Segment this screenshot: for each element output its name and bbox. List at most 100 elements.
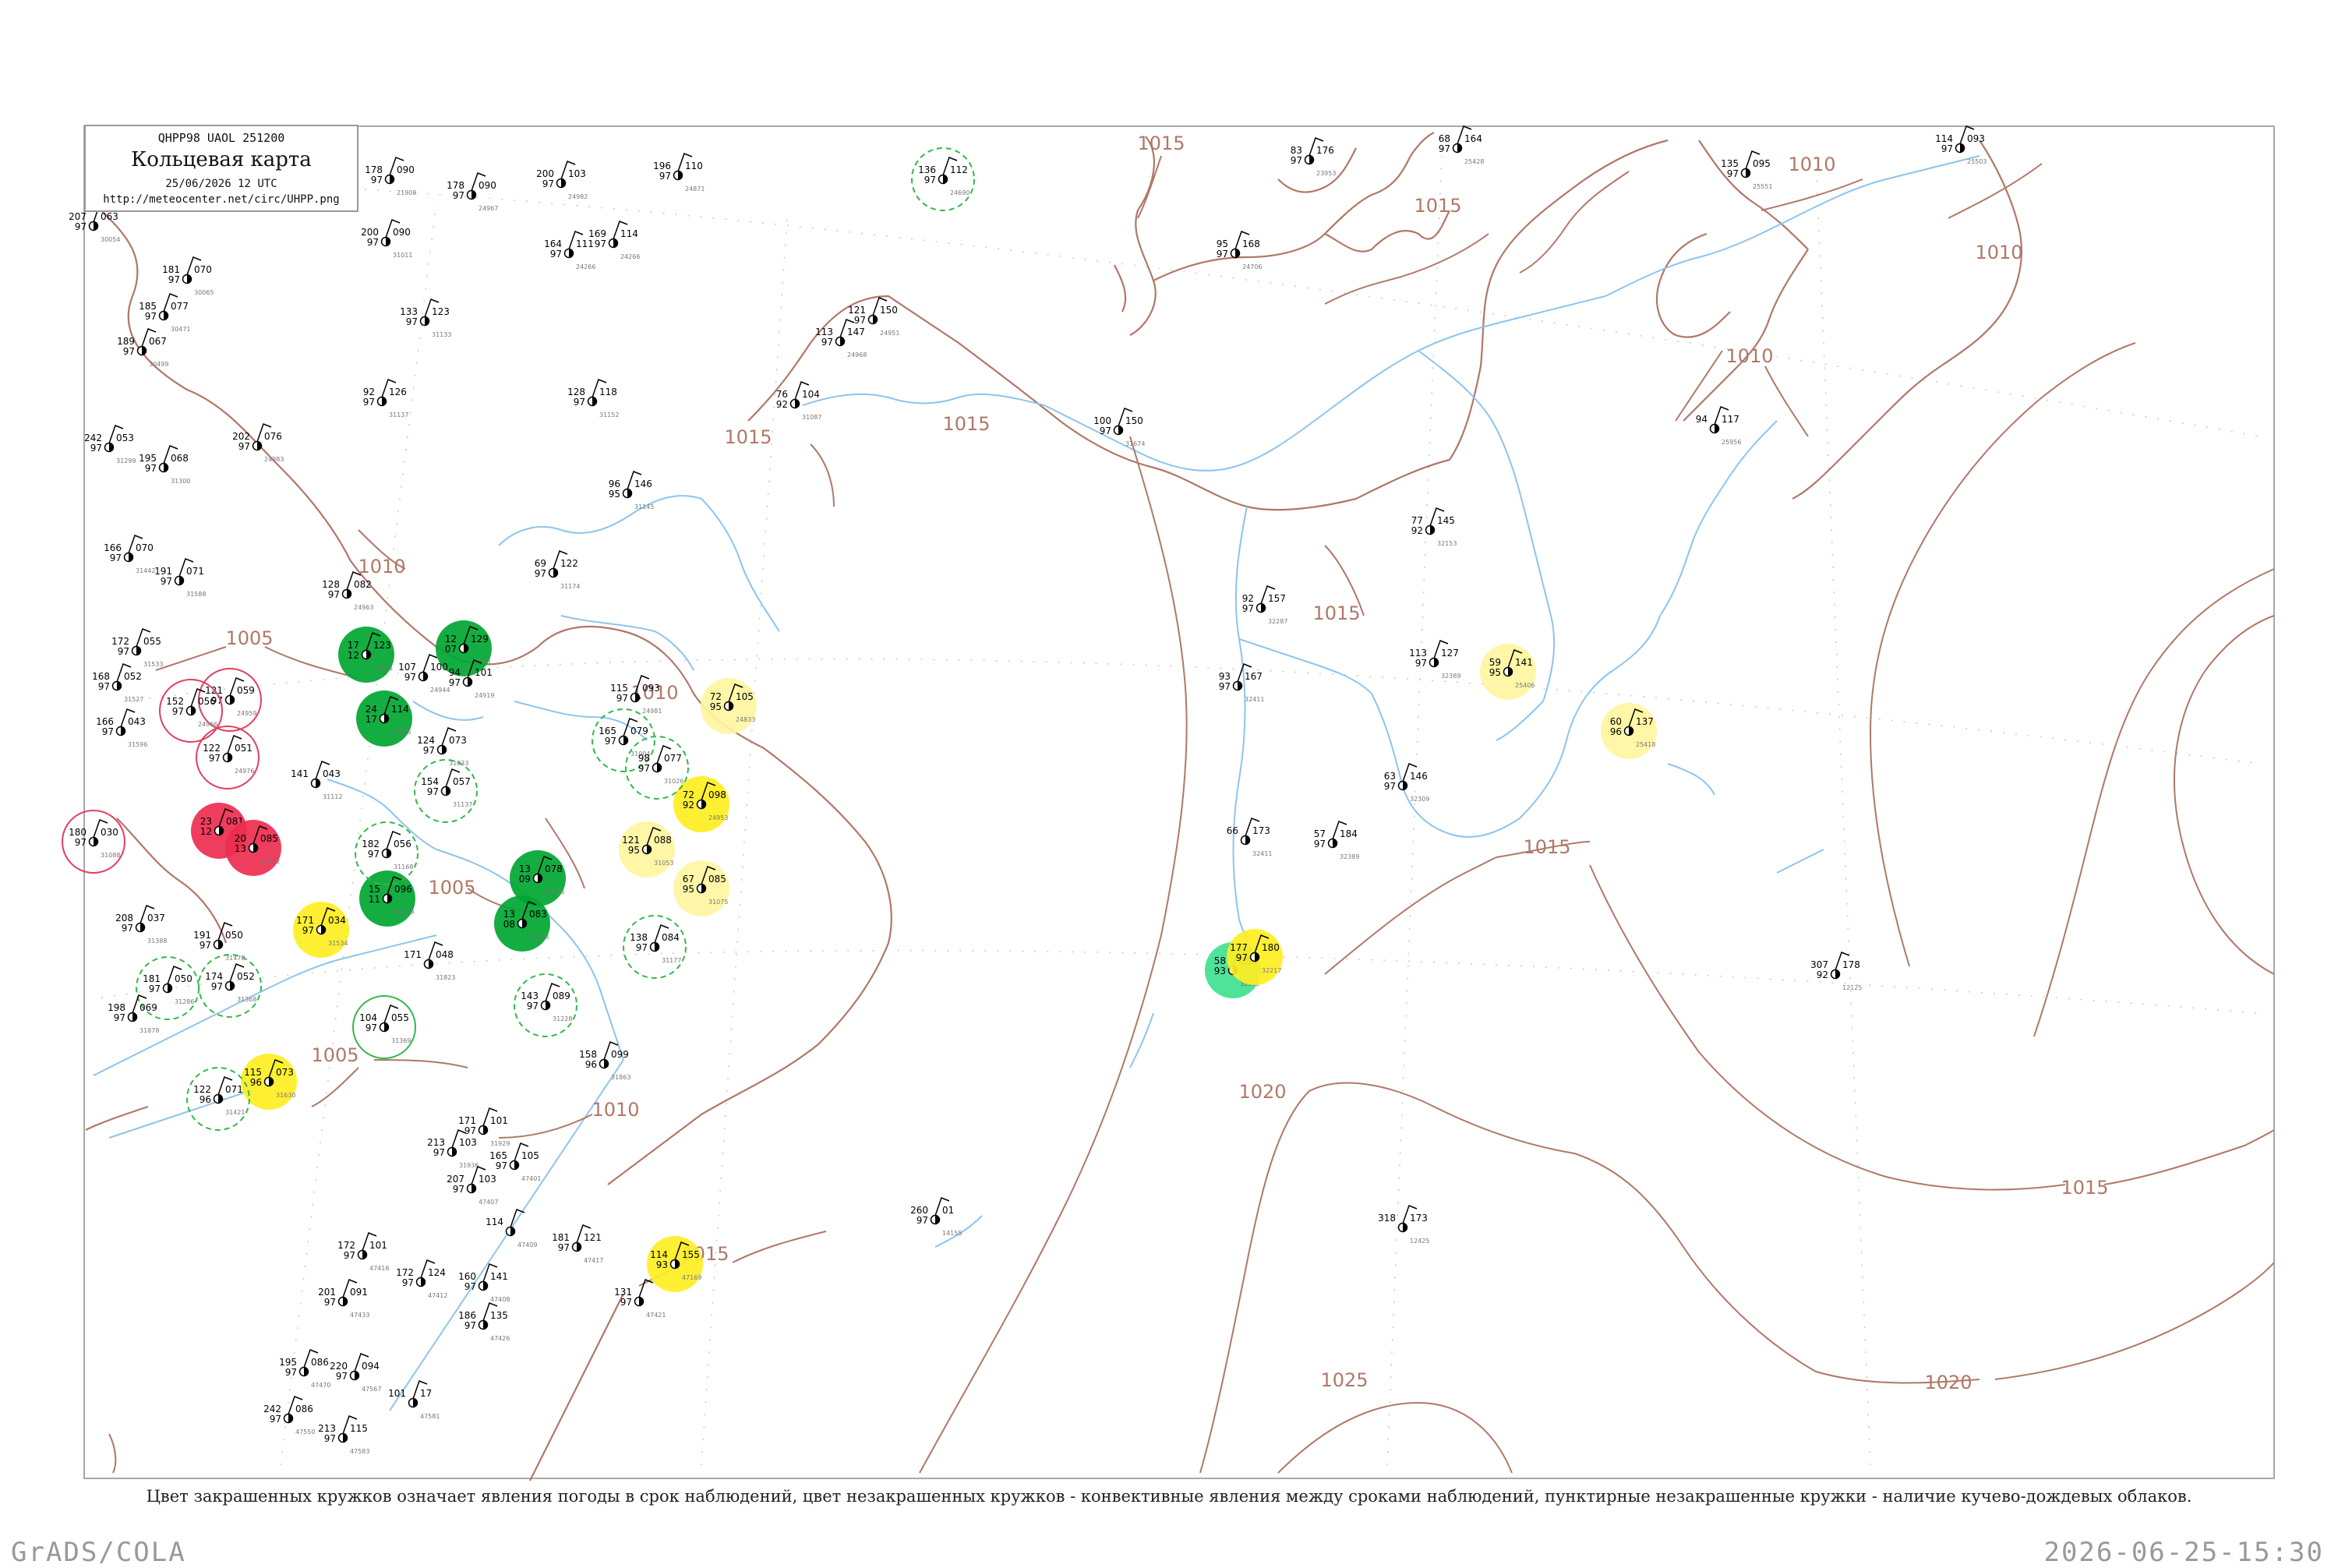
station-humidity: 97 (616, 693, 628, 704)
station-humidity: 97 (1100, 426, 1111, 436)
station-id: 24959 (237, 710, 256, 717)
station-plot: 15297 056 24966 (159, 679, 223, 743)
station-humidity: 97 (404, 672, 416, 683)
station-humidity: 97 (149, 984, 161, 994)
isobar-label: 1020 (1238, 1081, 1286, 1103)
station-plot: 94 117 25956 (1696, 406, 1741, 446)
station-plot: 17897 090 24967 (447, 172, 498, 212)
station-humidity: 97 (145, 463, 157, 474)
station-temperature: 57 (1314, 828, 1326, 839)
station-id: 30054 (101, 236, 120, 243)
station-humidity: 95 (628, 845, 640, 856)
station-temperature: 72 (710, 691, 722, 702)
station-temperature: 92 (363, 387, 375, 397)
station-id: 31011 (393, 252, 412, 259)
station-temperature: 13 (503, 909, 515, 920)
station-pressure: 176 (1316, 145, 1334, 156)
station-humidity: 97 (270, 1414, 281, 1425)
station-id: 31299 (116, 457, 136, 464)
station-id: 31145 (634, 503, 654, 510)
station-id: 31368 (237, 996, 256, 1003)
station-pressure: 123 (373, 640, 391, 651)
station-pressure: 052 (237, 971, 255, 982)
station-id: 31596 (128, 741, 147, 748)
station-pressure: 048 (436, 949, 454, 960)
weather-stations: 1712123246411207129247382417114248262312… (62, 125, 1987, 1455)
station-temperature: 58 (1214, 955, 1226, 966)
station-plot: 12195 088 31053 (619, 821, 675, 878)
station-temperature: 171 (296, 915, 314, 926)
station-id: 47426 (490, 1335, 510, 1342)
station-pressure: 150 (1125, 415, 1143, 426)
isobar-label: 1005 (311, 1044, 358, 1066)
station-temperature: 169 (588, 228, 606, 239)
station-temperature: 165 (599, 726, 616, 736)
station-pressure: 114 (391, 704, 409, 715)
station-plot: 13697 112 24690 (911, 147, 975, 211)
station-pressure: 050 (225, 930, 243, 941)
station-temperature: 213 (318, 1423, 336, 1434)
station-plot: 20797 103 47407 (447, 1166, 498, 1206)
station-pressure: 164 (1464, 133, 1482, 144)
station-id: 47470 (311, 1382, 330, 1389)
station-temperature: 143 (521, 991, 539, 1001)
station-temperature: 213 (427, 1137, 445, 1148)
station-plot: 17897 090 21908 (365, 157, 416, 196)
station-humidity: 97 (464, 1281, 476, 1292)
station-pressure: 070 (136, 542, 154, 553)
station-humidity: 97 (209, 753, 221, 764)
station-pressure: 073 (449, 735, 467, 746)
station-pressure: 086 (295, 1404, 313, 1414)
station-id: 31421 (225, 1109, 245, 1116)
station-humidity: 97 (638, 763, 650, 774)
station-pressure: 085 (708, 874, 726, 885)
station-id: 31026 (664, 778, 683, 785)
station-plot: 5995 141 25406 (1480, 644, 1536, 700)
station-temperature: 104 (359, 1012, 377, 1023)
station-plot: 30792 178 12125 (1810, 952, 1862, 991)
station-humidity: 93 (656, 1259, 668, 1270)
station-id: 24690 (950, 189, 969, 196)
station-humidity: 96 (1610, 726, 1622, 737)
station-temperature: 128 (322, 579, 340, 590)
station-humidity: 97 (1236, 952, 1248, 963)
station-temperature: 166 (96, 716, 114, 727)
station-id: 32309 (1410, 796, 1429, 803)
station-humidity: 95 (609, 489, 620, 500)
station-pressure: 051 (235, 743, 253, 754)
station-id: 31416 (545, 888, 564, 895)
station-temperature: 160 (458, 1271, 476, 1282)
station-temperature: 94 (1696, 414, 1708, 425)
station-pressure: 168 (1242, 238, 1260, 249)
station-humidity: 97 (324, 1433, 336, 1444)
isobar-label: 1015 (724, 426, 772, 448)
isobar-label: 1015 (942, 413, 990, 435)
station-pressure: 070 (194, 264, 212, 275)
station-id: 24944 (430, 687, 450, 694)
station-pressure: 077 (171, 301, 189, 312)
station-temperature: 195 (139, 453, 157, 464)
station-temperature: 178 (447, 180, 464, 191)
station-id: 24968 (847, 351, 867, 358)
station-pressure: 135 (490, 1310, 508, 1321)
station-plot: 17197 034 31534 (293, 902, 349, 958)
station-plot: 17297 124 47412 (396, 1259, 447, 1299)
station-humidity: 97 (98, 681, 110, 692)
station-temperature: 12 (445, 634, 457, 645)
station-plot: 19697 110 24871 (653, 153, 705, 192)
station-pressure: 055 (391, 1012, 409, 1023)
station-pressure: 110 (685, 161, 703, 171)
station-humidity: 97 (402, 1277, 414, 1288)
station-temperature: 66 (1227, 825, 1238, 836)
station-plot: 12897 082 24963 (322, 571, 373, 611)
station-humidity: 97 (449, 677, 461, 688)
station-humidity: 97 (211, 981, 223, 992)
station-id: 31674 (1125, 440, 1145, 447)
station-plot: 9597 168 24706 (1217, 231, 1262, 270)
station-id: 31174 (560, 583, 580, 590)
station-pressure: 178 (1842, 959, 1860, 970)
station-pressure: 126 (389, 387, 407, 397)
station-pressure: 105 (521, 1150, 539, 1161)
station-id: 31588 (186, 591, 206, 598)
map-url[interactable]: http://meteocenter.net/circ/UHPP.png (86, 193, 357, 206)
